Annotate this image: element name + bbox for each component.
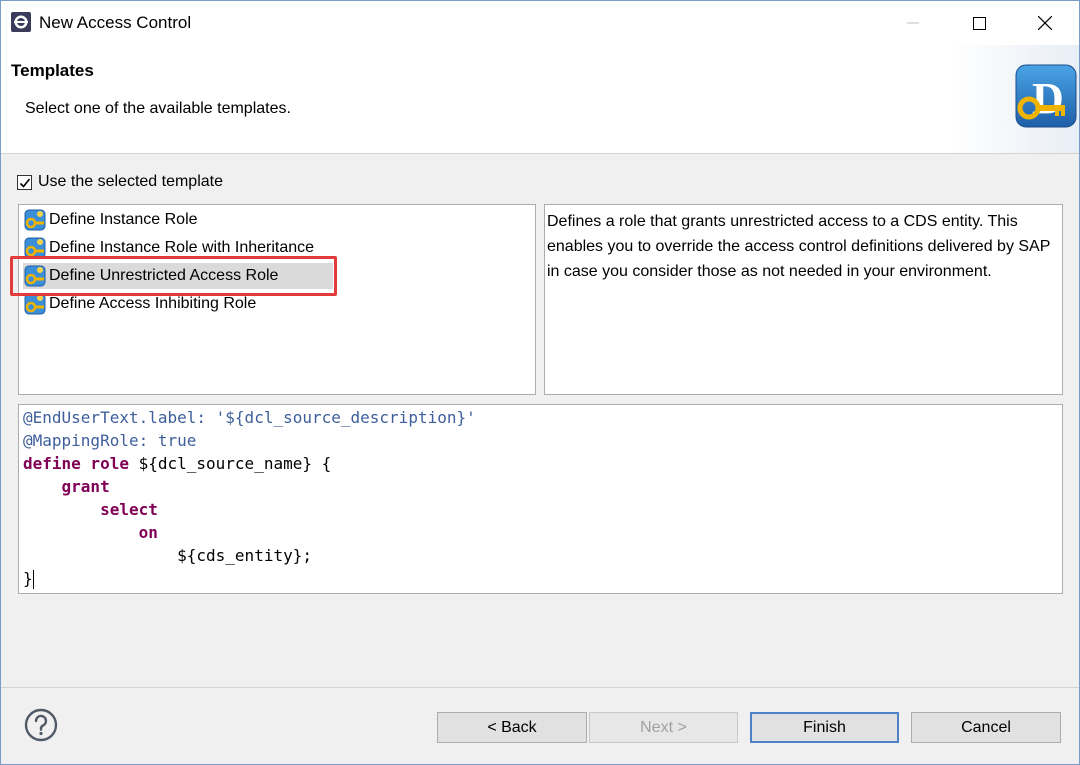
template-list[interactable]: Define Instance Role Define Instance Rol… [18,204,536,395]
code-text: } [23,569,33,588]
use-template-label: Use the selected template [38,173,223,190]
template-key-icon [24,293,46,315]
template-label: Define Instance Role with Inheritance [49,239,315,256]
code-line: grant [23,475,1062,498]
code-line: define role ${dcl_source_name} { [23,452,1062,475]
help-icon[interactable] [24,708,58,742]
minimize-button[interactable] [881,1,945,45]
template-label: Define Access Inhibiting Role [49,295,257,312]
text-caret [32,570,34,589]
list-item[interactable]: Define Instance Role [23,207,198,233]
template-description: Defines a role that grants unrestricted … [544,204,1063,395]
code-preview: @EndUserText.label: '${dcl_source_descri… [18,404,1063,594]
finish-button[interactable]: Finish [750,712,899,743]
template-key-icon [24,209,46,231]
use-template-checkbox[interactable] [17,174,32,190]
page-description: Select one of the available templates. [25,100,291,117]
maximize-button[interactable] [947,1,1011,45]
use-template-row: Use the selected template [17,173,223,191]
template-label: Define Instance Role [49,211,198,228]
checkmark-icon [19,178,31,188]
code-keyword: grant [61,477,110,496]
footer-divider [1,687,1079,688]
maximize-icon [972,16,986,30]
code-line: @EndUserText.label: '${dcl_source_descri… [23,408,476,427]
code-line: ${cds_entity}; [23,544,1062,567]
code-text: ${dcl_source_name} { [138,454,332,473]
window-title: New Access Control [39,13,192,32]
code-line: @MappingRole: true [23,431,197,450]
code-text: ${cds_entity}; [177,546,312,565]
title-bar: New Access Control [1,1,1079,45]
code-line: } [23,567,1062,590]
selection-highlight-annotation [10,256,337,296]
code-line: on [23,521,1062,544]
access-control-banner-icon: D [949,45,1079,153]
code-keyword: define role [23,454,139,473]
dialog-window: New Access Control Templates Select one … [0,0,1080,765]
code-keyword: select [100,500,158,519]
close-button[interactable] [1013,1,1077,45]
minimize-icon [907,22,919,24]
code-keyword: on [138,523,158,542]
cancel-button[interactable]: Cancel [911,712,1061,743]
page-title: Templates [11,61,94,80]
close-icon [1038,16,1052,30]
eclipse-app-icon [11,12,31,32]
back-button[interactable]: < Back [437,712,587,743]
code-line: select [23,498,1062,521]
wizard-header: Templates Select one of the available te… [1,45,1079,154]
next-button[interactable]: Next > [589,712,738,743]
